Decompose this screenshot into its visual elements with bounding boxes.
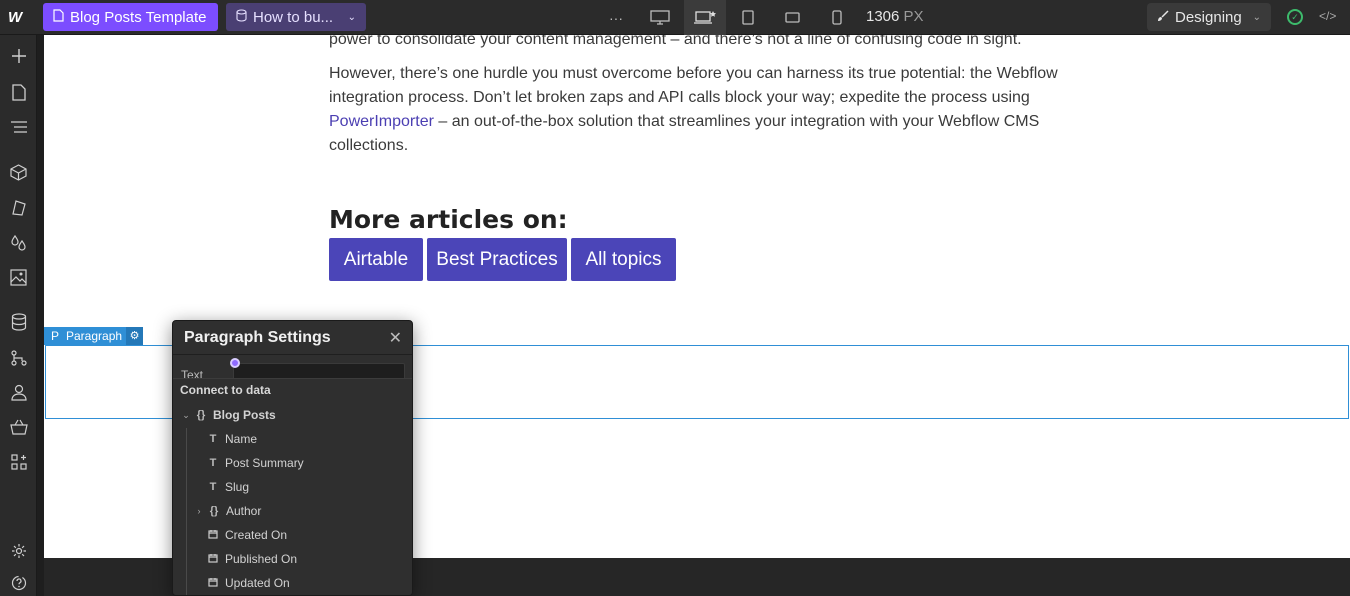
left-toolbar [0,35,37,596]
help-icon[interactable] [0,572,37,594]
pages-icon[interactable] [0,81,37,103]
base-breakpoint-icon [694,11,716,24]
tag-airtable[interactable]: Airtable [329,238,423,281]
panel-divider [173,354,412,355]
breakpoint-base-button[interactable] [684,0,726,35]
add-icon[interactable] [0,45,37,67]
apps-icon[interactable] [0,451,37,473]
selected-element-label[interactable]: P Paragraph ⚙ [44,327,144,345]
more-articles-heading: More articles on: [329,205,568,234]
variables-icon[interactable] [0,231,37,253]
breakpoint-mobile-portrait-button[interactable] [827,0,847,35]
field-label: Created On [225,528,288,542]
navigator-icon[interactable] [0,116,37,138]
element-type-icon: P [50,329,59,343]
brush-icon [1157,9,1169,26]
settings-icon[interactable] [0,540,37,562]
database-icon [236,8,247,26]
collection-item-selector[interactable]: How to bu... ⌄ [226,3,366,31]
chevron-right-icon: › [197,506,201,516]
connect-data-heading: Connect to data [180,383,271,397]
cms-icon[interactable] [0,311,37,333]
more-icon: ··· [609,9,623,26]
field-label: Published On [225,552,298,566]
paragraph-webflow-integration[interactable]: However, there’s one hurdle you must ove… [329,62,1089,158]
chevron-down-icon: ⌄ [1252,11,1261,23]
connect-data-dropdown: Connect to data ⌄ {} Blog Posts T Name T… [173,378,412,595]
object-icon: {} [196,409,206,421]
page-icon [53,8,64,26]
field-author[interactable]: › {} Author [173,499,412,523]
calendar-icon [206,577,220,590]
page-selector-label: Blog Posts Template [70,8,207,26]
assets-icon[interactable] [0,266,37,288]
text-type-icon: T [209,481,217,493]
page-selector-button[interactable]: Blog Posts Template [43,3,218,31]
calendar-icon [206,529,220,542]
ecommerce-icon[interactable] [0,416,37,438]
field-label: Name [225,432,258,446]
powerimporter-link[interactable]: PowerImporter [329,113,434,130]
chevron-down-icon: ⌄ [182,409,190,420]
canvas-gutter [37,35,44,596]
paragraph-text-before-link: However, there’s one hurdle you must ove… [329,65,1058,106]
field-name[interactable]: T Name [173,427,412,451]
field-label: Slug [225,480,250,494]
field-updated-on[interactable]: Updated On [173,571,412,595]
styles-icon[interactable] [0,196,37,218]
paragraph-partial[interactable]: power to consolidate your content manage… [329,35,1089,52]
desktop-icon [650,10,670,25]
field-label: Post Summary [225,456,304,470]
mobile-portrait-icon [832,10,842,25]
publish-status-icon[interactable]: ✓ [1287,9,1303,25]
text-type-icon: T [209,457,217,469]
tag-all-topics[interactable]: All topics [571,238,676,281]
chevron-down-icon: ⌄ [347,11,356,23]
field-label: Author [226,504,262,518]
webflow-logo[interactable]: W [8,9,22,26]
panel-title: Paragraph Settings [184,329,331,346]
element-settings-icon[interactable]: ⚙ [126,327,144,345]
calendar-icon [206,553,220,566]
top-bar: W Blog Posts Template How to bu... ⌄ ···… [0,0,1350,35]
tag-best-practices[interactable]: Best Practices [427,238,567,281]
more-options-button[interactable]: ··· [604,0,628,35]
field-post-summary[interactable]: T Post Summary [173,451,412,475]
mobile-landscape-icon [784,12,800,23]
users-icon[interactable] [0,381,37,403]
close-icon[interactable]: ✕ [389,328,402,348]
mode-selector-button[interactable]: Designing ⌄ [1147,3,1271,31]
components-icon[interactable] [0,161,37,183]
collection-blog-posts[interactable]: ⌄ {} Blog Posts [173,403,412,427]
text-type-icon: T [209,433,217,445]
canvas-width-readout[interactable]: 1306 PX [866,8,924,25]
field-published-on[interactable]: Published On [173,547,412,571]
field-label: Updated On [225,576,290,590]
field-slug[interactable]: T Slug [173,475,412,499]
code-export-icon[interactable]: </> [1319,9,1336,23]
field-created-on[interactable]: Created On [173,523,412,547]
canvas-width-value: 1306 [866,8,900,25]
breakpoint-mobile-landscape-button[interactable] [782,0,802,35]
tablet-icon [742,10,754,25]
collection-name: Blog Posts [213,408,276,422]
logic-icon[interactable] [0,346,37,368]
paragraph-settings-panel: Paragraph Settings ✕ Text Connect to dat… [172,320,413,596]
mode-label: Designing [1175,8,1242,26]
breakpoint-tablet-button[interactable] [738,0,758,35]
breakpoint-desktop-button[interactable] [645,0,675,35]
data-binding-indicator [230,358,240,368]
selected-element-name: Paragraph [66,329,123,343]
paragraph-text-after-link: – an out-of-the-box solution that stream… [329,113,1040,154]
collection-item-label: How to bu... [253,8,334,26]
canvas-width-unit: PX [903,8,924,25]
object-icon: {} [209,505,219,517]
